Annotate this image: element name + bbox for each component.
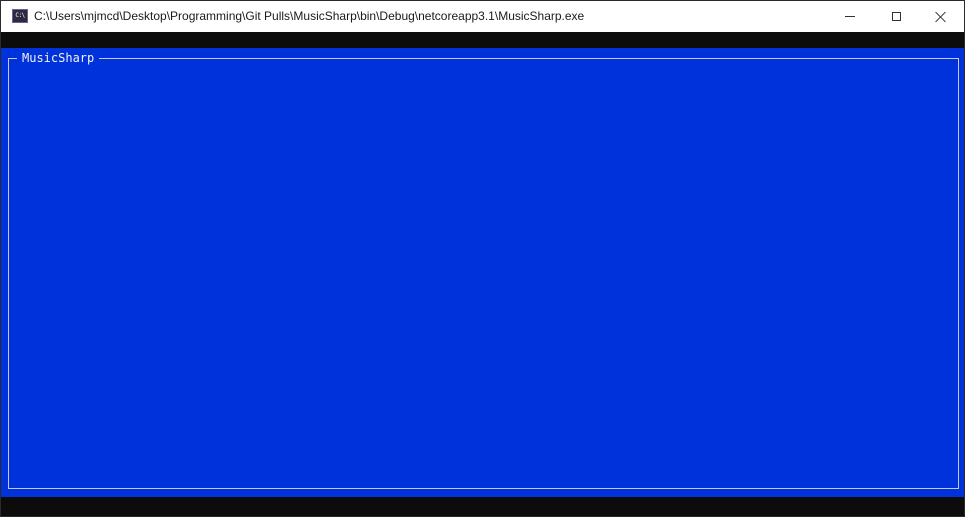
window-title: C:\Users\mjmcd\Desktop\Programming\Git P… [34, 9, 585, 23]
console-area[interactable]: MusicSharp [1, 48, 964, 497]
maximize-icon [891, 12, 901, 21]
console-window: C:\ C:\Users\mjmcd\Desktop\Programming\G… [0, 0, 965, 517]
app-icon-glyph: C:\ [15, 12, 25, 19]
console-app-icon[interactable]: C:\ [12, 9, 28, 23]
frame-title: MusicSharp [17, 51, 100, 65]
minimize-button[interactable] [827, 1, 873, 32]
musicsharp-frame: MusicSharp [8, 51, 959, 489]
close-icon [935, 11, 947, 23]
title-bar[interactable]: C:\ C:\Users\mjmcd\Desktop\Programming\G… [1, 1, 964, 32]
maximize-button[interactable] [873, 1, 919, 32]
minimize-icon [845, 16, 855, 17]
close-button[interactable] [918, 1, 964, 32]
